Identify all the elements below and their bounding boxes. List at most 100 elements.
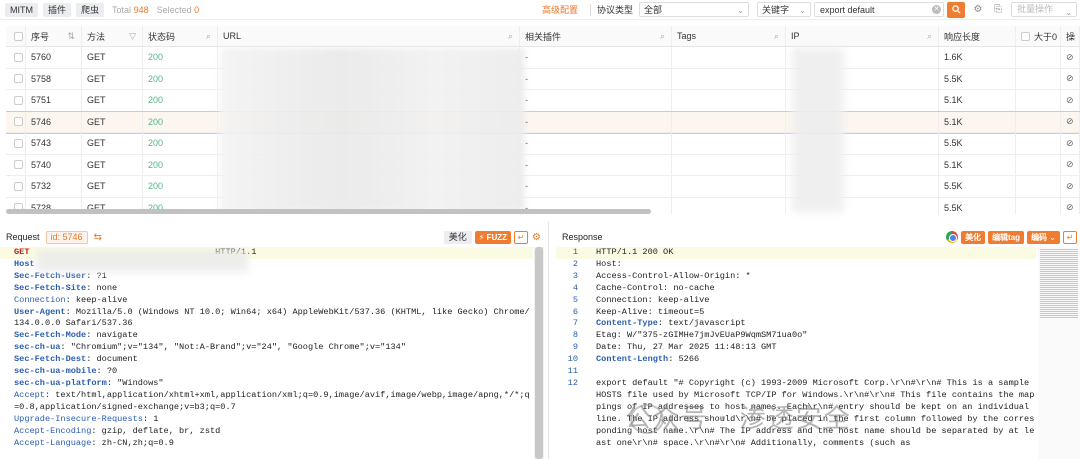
encoding-select[interactable]: 编码 ⌄ <box>1027 230 1060 244</box>
gt-zero-filter[interactable]: 大于0 <box>1016 26 1061 46</box>
row-checkbox[interactable] <box>14 181 23 191</box>
search-icon[interactable]: ⌕ <box>206 31 211 42</box>
search-icon[interactable]: ⌕ <box>660 31 665 42</box>
detail-icon[interactable]: ⊘ <box>1066 181 1074 192</box>
detail-icon[interactable]: ⊘ <box>1066 138 1074 149</box>
row-checkbox[interactable] <box>14 74 23 84</box>
search-input[interactable] <box>814 2 944 17</box>
horizontal-scrollbar[interactable] <box>6 209 651 214</box>
detail-icon[interactable]: ⊘ <box>1066 202 1074 213</box>
row-checkbox[interactable] <box>14 117 23 127</box>
col-tags-header[interactable]: Tags ⌕ <box>672 26 786 46</box>
gear-icon[interactable]: ⚙ <box>532 232 541 243</box>
export-icon[interactable]: ⎘ <box>991 3 1005 17</box>
gt-zero-checkbox[interactable] <box>1021 31 1030 41</box>
row-checkbox[interactable] <box>14 160 23 170</box>
cell-plugins: - <box>520 176 672 197</box>
response-minimap[interactable] <box>1038 247 1080 459</box>
detail-icon[interactable]: ⊘ <box>1066 159 1074 170</box>
table-row[interactable]: 5732 GET 200 - 5.5K ⊘ <box>6 176 1080 198</box>
col-ip-header[interactable]: IP ⌕ <box>786 26 939 46</box>
cell-status-value: 200 <box>148 73 164 84</box>
response-line-text: Content-Length: 5266 <box>582 354 699 366</box>
row-checkbox[interactable] <box>14 138 23 148</box>
line-number: 4 <box>572 282 578 293</box>
col-plugins-header[interactable]: 相关插件 ⌕ <box>520 26 672 46</box>
fuzz-button[interactable]: ⚡ FUZZ <box>474 230 512 244</box>
gutter <box>0 414 14 426</box>
clear-icon[interactable]: ✕ <box>932 5 941 14</box>
response-line: 5 Connection: keep-alive <box>556 295 1036 307</box>
cell-length-value: 1.6K <box>944 52 963 63</box>
cell-action: ⊘ <box>1061 176 1080 197</box>
header-value: : ?0 <box>96 366 118 377</box>
header-key: Accept-Language <box>14 437 92 448</box>
filter-icon[interactable]: ▽ <box>129 31 136 42</box>
search-button[interactable] <box>947 1 965 18</box>
response-beautify-button[interactable]: 美化 <box>961 230 986 244</box>
detail-icon[interactable]: ⊘ <box>1066 95 1074 106</box>
select-all-checkbox[interactable] <box>14 31 23 41</box>
cell-length: 5.1K <box>939 90 1016 111</box>
header-value: : keep-alive <box>65 294 128 305</box>
panel-divider[interactable] <box>548 222 549 459</box>
advanced-config-link[interactable]: 高级配置 <box>542 3 578 16</box>
plugins-button[interactable]: 插件 <box>43 2 72 17</box>
detail-icon[interactable]: ⊘ <box>1066 116 1074 127</box>
col-action-header: 操 <box>1061 26 1080 46</box>
protocol-type-select[interactable]: 全部 ⌄ <box>639 2 749 17</box>
detail-icon[interactable]: ⊘ <box>1066 73 1074 84</box>
col-method-header[interactable]: 方法 ▽ <box>82 26 143 46</box>
settings-icon[interactable]: ⚙ <box>971 3 985 17</box>
sort-icon[interactable]: ⇅ <box>67 31 75 42</box>
cell-length: 5.5K <box>939 176 1016 197</box>
table-row[interactable]: 5746 GET 200 - 5.1K ⊘ <box>6 110 1080 134</box>
return-icon[interactable]: ↵ <box>1063 230 1077 244</box>
request-scrollbar[interactable] <box>534 247 544 459</box>
search-icon[interactable]: ⌕ <box>927 31 932 42</box>
table-row[interactable]: 5758 GET 200 - 5.5K ⊘ <box>6 68 1080 90</box>
request-editor[interactable]: GET HTTP/1.1HostSec-Fetch-User: ?1Sec-Fe… <box>0 247 533 459</box>
cell-plugins: - <box>520 47 672 68</box>
search-icon[interactable]: ⌕ <box>508 31 513 42</box>
detail-icon[interactable]: ⊘ <box>1066 52 1074 63</box>
col-id-header[interactable]: 序号 ⇅ <box>26 26 82 46</box>
search-icon[interactable]: ⌕ <box>774 31 779 42</box>
request-line: User-Agent: Mozilla/5.0 (Windows NT 10.0… <box>0 307 533 331</box>
request-line: sec-ch-ua-mobile: ?0 <box>0 366 533 378</box>
request-beautify-button[interactable]: 美化 <box>443 230 472 244</box>
mitm-button[interactable]: MITM <box>5 2 38 17</box>
table-header: 序号 ⇅ 方法 ▽ 状态码 ⌕ URL ⌕ 相关插件 ⌕ Tags ⌕ IP ⌕ 响应长度 大… <box>6 26 1080 47</box>
col-length-header[interactable]: 响应长度 <box>939 26 1016 46</box>
cell-status: 200 <box>143 47 218 68</box>
response-line: 8 Etag: W/"375-zGIMHe7jmJvEUaP9WqmSM71ua0… <box>556 330 1036 342</box>
table-row[interactable]: 5743 GET 200 - 5.5K ⊘ <box>6 133 1080 155</box>
col-status-header[interactable]: 状态码 ⌕ <box>143 26 218 46</box>
link-icon[interactable]: ⇆ <box>94 232 102 243</box>
select-all-checkbox-cell[interactable] <box>6 26 26 46</box>
row-checkbox-cell <box>6 133 26 154</box>
chrome-icon[interactable] <box>946 231 959 243</box>
scrollbar-thumb[interactable] <box>535 247 543 459</box>
col-url-header[interactable]: URL ⌕ <box>218 26 520 46</box>
selected-count: Selected 0 <box>156 4 200 15</box>
table-row[interactable]: 5760 GET 200 - 1.6K ⊘ <box>6 47 1080 69</box>
top-toolbar: MITM 插件 爬虫 Total 948 Selected 0 高级配置 协议类… <box>0 0 1080 20</box>
row-checkbox[interactable] <box>14 95 23 105</box>
gutter <box>0 307 14 331</box>
cell-action: ⊘ <box>1061 197 1080 214</box>
cell-tags <box>672 111 786 132</box>
table-row[interactable]: 5751 GET 200 - 5.1K ⊘ <box>6 90 1080 112</box>
crawler-button[interactable]: 爬虫 <box>76 2 105 17</box>
response-line-text: Keep-Alive: timeout=5 <box>582 307 704 319</box>
chevron-down-icon: ⌄ <box>737 6 744 15</box>
header-value: Etag: W/"375-zGIMHe7jmJvEUaP9WqmSM71ua0o… <box>596 330 808 341</box>
header-value: : "Windows" <box>106 377 164 388</box>
keyword-mode-select[interactable]: 关键字 ⌄ <box>757 2 811 17</box>
edit-tag-button[interactable]: 编辑tag <box>988 230 1025 244</box>
return-icon[interactable]: ↵ <box>514 230 529 244</box>
table-row[interactable]: 5740 GET 200 - 5.1K ⊘ <box>6 154 1080 176</box>
batch-operation-select[interactable]: 批量操作 ⌄ <box>1011 2 1077 17</box>
row-checkbox[interactable] <box>14 52 23 62</box>
header-key: sec-ch-ua-mobile <box>14 366 97 377</box>
